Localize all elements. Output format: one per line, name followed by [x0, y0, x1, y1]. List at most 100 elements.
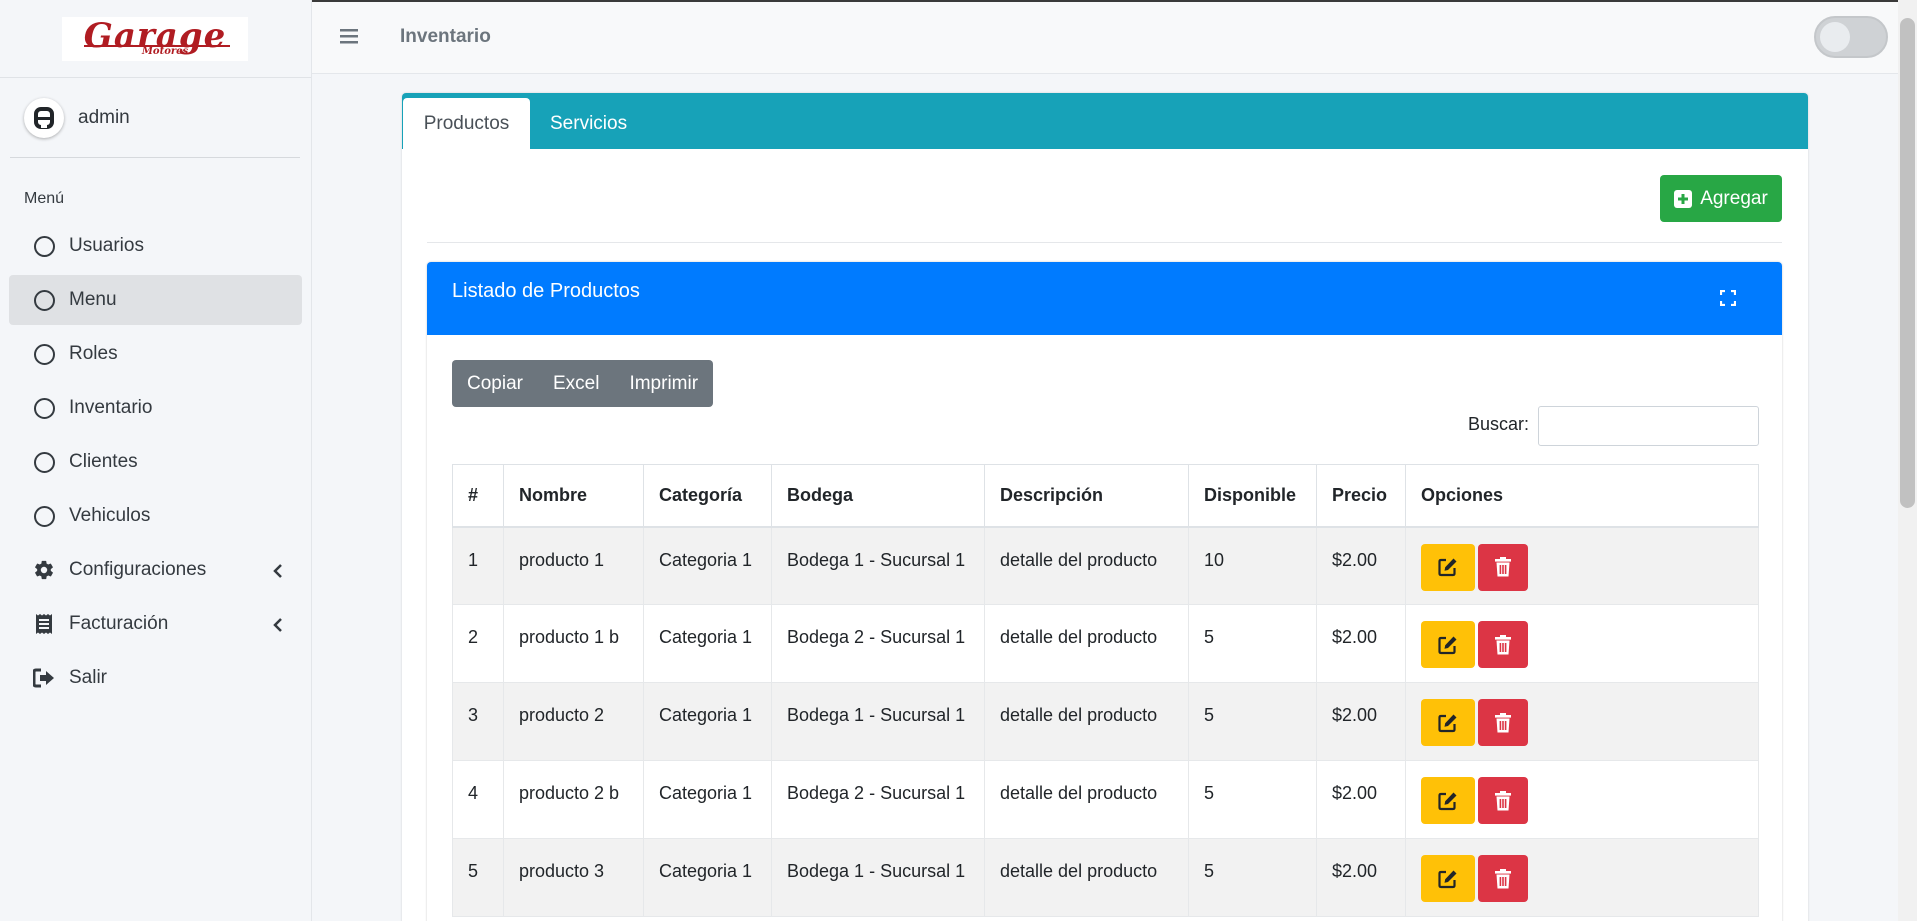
sidebar-item-usuarios[interactable]: Usuarios	[9, 221, 302, 271]
user-panel[interactable]: admin	[10, 78, 300, 158]
sign-out-icon	[33, 667, 55, 689]
delete-button[interactable]	[1478, 621, 1528, 668]
tab-productos[interactable]: Productos	[403, 98, 530, 149]
user-name[interactable]: admin	[78, 107, 130, 129]
edit-button[interactable]	[1421, 699, 1475, 746]
delete-button[interactable]	[1478, 699, 1528, 746]
column-header[interactable]: Disponible	[1188, 464, 1317, 528]
table-cell: 5	[1188, 838, 1317, 917]
topbar: Inventario	[312, 0, 1917, 74]
products-table: # Nombre Categoría Bodega Descripción Di…	[452, 464, 1759, 917]
column-header[interactable]: Descripción	[984, 464, 1189, 528]
logo-subtext: Motores	[141, 46, 189, 57]
toggle-knob	[1820, 22, 1850, 52]
chevron-left-icon	[272, 562, 284, 584]
table-cell: $2.00	[1316, 682, 1406, 761]
sidebar-item-label: Usuarios	[69, 235, 144, 256]
table-row: 5 producto 3 Categoria 1 Bodega 1 - Sucursa…	[452, 838, 1759, 917]
table-cell: $2.00	[1316, 838, 1406, 917]
edit-button[interactable]	[1421, 543, 1475, 591]
edit-button[interactable]	[1421, 855, 1475, 902]
circle-icon	[33, 451, 55, 473]
table-row: 2 producto 1 b Categoria 1 Bodega 2 - Sucur…	[452, 604, 1759, 683]
add-button[interactable]: Agregar	[1660, 175, 1782, 222]
column-header[interactable]: Categoría	[643, 464, 772, 528]
copy-button[interactable]: Copiar	[452, 360, 538, 407]
expand-icon[interactable]	[1719, 289, 1737, 311]
delete-button[interactable]	[1478, 777, 1528, 824]
page-scrollbar[interactable]	[1898, 0, 1917, 921]
edit-icon	[1438, 558, 1457, 577]
gear-icon	[33, 559, 55, 581]
table-cell: 5	[1188, 682, 1317, 761]
tab-servicios[interactable]: Servicios	[530, 98, 647, 149]
table-cell: Categoria 1	[643, 526, 772, 605]
table-row: 4 producto 2 b Categoria 1 Bodega 2 - Sucur…	[452, 760, 1759, 839]
row-options	[1405, 838, 1759, 917]
sidebar-item-label: Facturación	[69, 613, 169, 634]
sidebar-item-roles[interactable]: Roles	[9, 329, 302, 379]
delete-button[interactable]	[1478, 543, 1528, 591]
search-input[interactable]	[1538, 406, 1759, 446]
table-cell: 5	[452, 838, 504, 917]
table-cell: $2.00	[1316, 760, 1406, 839]
page-title[interactable]: Inventario	[400, 26, 491, 48]
menu-header: Menú	[24, 190, 65, 207]
row-options	[1405, 760, 1759, 839]
brand-logo[interactable]: Garage Motores	[62, 16, 248, 61]
avatar[interactable]	[24, 97, 64, 138]
print-button[interactable]: Imprimir	[614, 360, 713, 407]
trash-icon	[1495, 868, 1511, 888]
column-header[interactable]: Nombre	[503, 464, 644, 528]
table-cell: producto 1	[503, 526, 644, 605]
delete-button[interactable]	[1478, 855, 1528, 902]
table-cell: Categoria 1	[643, 604, 772, 683]
circle-icon	[33, 235, 55, 257]
edit-icon	[1438, 870, 1457, 888]
brand[interactable]: Garage Motores	[0, 0, 311, 78]
table-header-row: # Nombre Categoría Bodega Descripción Di…	[452, 464, 1759, 528]
scrollbar-thumb[interactable]	[1900, 18, 1915, 508]
avatar-letter-icon	[34, 106, 54, 129]
inventory-card: Productos Servicios Agregar Listado de P…	[402, 93, 1808, 921]
edit-button[interactable]	[1421, 621, 1475, 668]
search-label: Buscar:	[1468, 414, 1530, 434]
table-cell: producto 3	[503, 838, 644, 917]
table-row: 1 producto 1 Categoria 1 Bodega 1 - Sucursa…	[452, 526, 1759, 605]
edit-button[interactable]	[1421, 777, 1475, 824]
table-cell: $2.00	[1316, 526, 1406, 605]
theme-toggle[interactable]	[1814, 16, 1888, 58]
sidebar-item-clientes[interactable]: Clientes	[9, 437, 302, 487]
sidebar-item-menu[interactable]: Menu	[9, 275, 302, 325]
edit-icon	[1438, 714, 1457, 732]
products-panel: Listado de Productos Copiar Excel Imprim…	[427, 262, 1782, 921]
add-button-label: Agregar	[1700, 187, 1768, 209]
panel-title: Listado de Productos	[452, 280, 640, 302]
table-cell: Bodega 2 - Sucursal 1	[771, 760, 985, 839]
circle-icon	[33, 343, 55, 365]
sidebar-item-salir[interactable]: Salir	[9, 653, 302, 703]
table-cell: detalle del producto	[984, 604, 1189, 683]
trash-icon	[1495, 712, 1511, 732]
table-cell: producto 2	[503, 682, 644, 761]
sidebar-item-facturacion[interactable]: Facturación	[9, 599, 302, 649]
sidebar-item-inventario[interactable]: Inventario	[9, 383, 302, 433]
excel-button[interactable]: Excel	[538, 360, 614, 407]
column-header[interactable]: Precio	[1316, 464, 1406, 528]
sidebar-item-configuraciones[interactable]: Configuraciones	[9, 545, 302, 595]
table-cell: detalle del producto	[984, 682, 1189, 761]
logo-underline	[84, 44, 230, 47]
trash-icon	[1495, 790, 1511, 810]
circle-icon	[33, 505, 55, 527]
hamburger-menu-icon[interactable]	[340, 28, 358, 49]
column-header[interactable]: Opciones	[1405, 464, 1759, 528]
table-cell: producto 2 b	[503, 760, 644, 839]
sidebar-item-label: Inventario	[69, 397, 153, 418]
circle-icon	[33, 397, 55, 419]
sidebar-item-label: Salir	[69, 667, 108, 688]
sidebar-item-vehiculos[interactable]: Vehiculos	[9, 491, 302, 541]
column-header[interactable]: Bodega	[771, 464, 985, 528]
row-options	[1405, 682, 1759, 761]
column-header[interactable]: #	[452, 464, 504, 528]
divider	[427, 242, 1782, 243]
